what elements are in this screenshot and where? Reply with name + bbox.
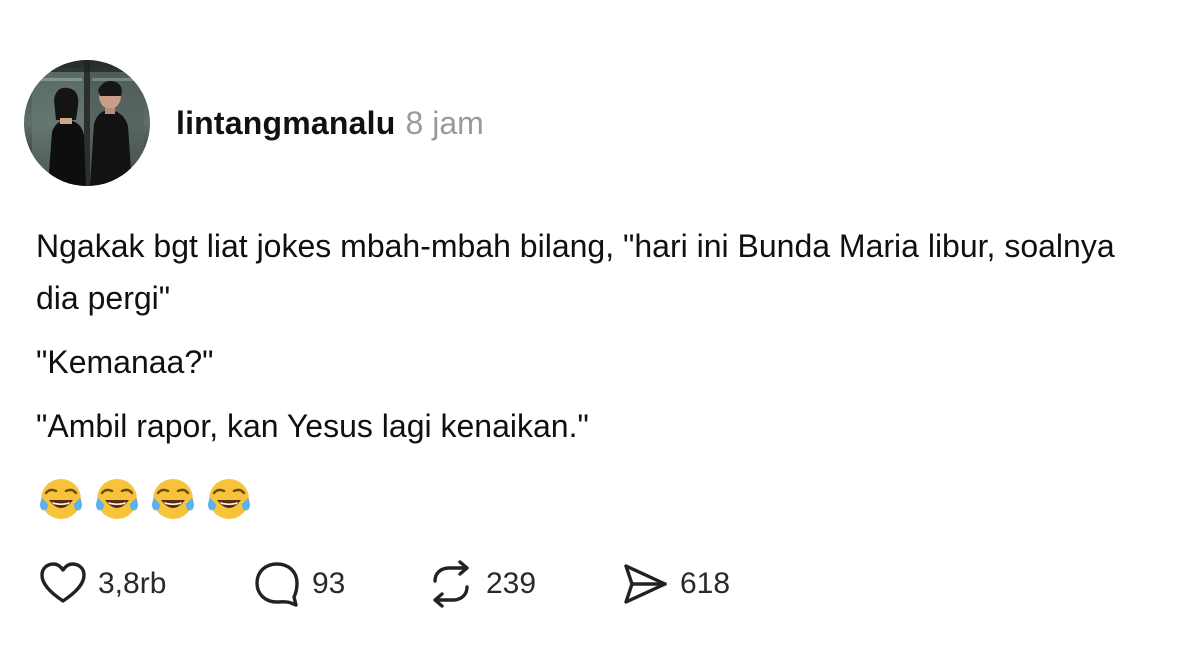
emoji-row bbox=[38, 476, 252, 522]
paper-plane-icon bbox=[618, 557, 672, 611]
repost-button[interactable]: 239 bbox=[424, 557, 618, 611]
like-button[interactable]: 3,8rb bbox=[36, 557, 250, 611]
face-with-tears-of-joy-icon bbox=[206, 476, 252, 522]
avatar-photo bbox=[24, 60, 150, 186]
username-link[interactable]: lintangmanalu bbox=[176, 105, 396, 142]
share-count: 618 bbox=[680, 567, 731, 600]
repost-count: 239 bbox=[486, 567, 537, 600]
heart-icon bbox=[36, 557, 90, 611]
post-timestamp[interactable]: 8 jam bbox=[406, 105, 484, 142]
reply-count: 93 bbox=[312, 567, 346, 600]
reply-button[interactable]: 93 bbox=[250, 557, 424, 611]
repost-arrows-icon bbox=[424, 557, 478, 611]
face-with-tears-of-joy-icon bbox=[94, 476, 140, 522]
post-actions: 3,8rb 93 239 618 bbox=[36, 556, 778, 612]
avatar[interactable] bbox=[24, 60, 150, 186]
face-with-tears-of-joy-icon bbox=[38, 476, 84, 522]
thread-post: lintangmanalu 8 jam Ngakak bgt liat joke… bbox=[0, 0, 1200, 651]
speech-bubble-icon bbox=[250, 557, 304, 611]
post-line-1: Ngakak bgt liat jokes mbah-mbah bilang, … bbox=[36, 228, 1115, 316]
post-line-3: "Ambil rapor, kan Yesus lagi kenaikan." bbox=[36, 408, 589, 444]
post-header: lintangmanalu 8 jam bbox=[24, 60, 484, 186]
author-line: lintangmanalu 8 jam bbox=[176, 105, 484, 142]
post-body: Ngakak bgt liat jokes mbah-mbah bilang, … bbox=[36, 220, 1166, 464]
share-button[interactable]: 618 bbox=[618, 557, 778, 611]
like-count: 3,8rb bbox=[98, 567, 167, 600]
face-with-tears-of-joy-icon bbox=[150, 476, 196, 522]
post-line-2: "Kemanaa?" bbox=[36, 344, 214, 380]
